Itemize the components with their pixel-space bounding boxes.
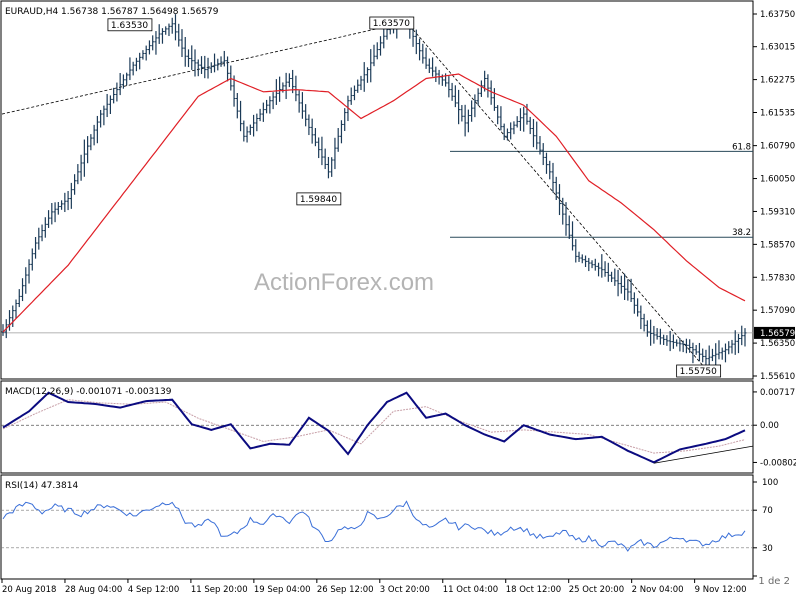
rsi-y-tick-label: 30	[762, 544, 773, 554]
price-y-tick-label: 1.61535	[760, 109, 795, 119]
x-tick-label: 28 Aug 04:00	[65, 585, 122, 594]
rsi-y-tick-label: 100	[762, 478, 778, 488]
chart-canvas: ActionForex.com 61.8 38.2 1.63530 1.63570 1…	[0, 0, 796, 594]
price-y-tick-label: 1.63015	[760, 43, 795, 53]
price-y-tick-label: 1.60790	[760, 142, 795, 152]
page-indicator[interactable]: 1 de 2	[758, 576, 790, 587]
price-chart-title: EURAUD,H4 1.56738 1.56787 1.56498 1.5657…	[5, 7, 219, 17]
price-y-tick-label: 1.60050	[760, 175, 795, 185]
macd-title: MACD(12,26,9) -0.001071 -0.003139	[5, 387, 172, 397]
x-tick-label: 11 Oct 04:00	[443, 585, 498, 594]
x-tick-label: 3 Oct 20:00	[380, 585, 430, 594]
swing-label-text: 1.63570	[373, 19, 410, 29]
macd-y-tick-label: -0.00802	[760, 458, 796, 468]
fib-level-label: 61.8	[732, 142, 751, 152]
x-tick-label: 2 Nov 04:00	[632, 585, 684, 594]
x-tick-label: 19 Sep 04:00	[254, 585, 311, 594]
rsi-y-tick-label: 70	[762, 506, 773, 516]
fib-level-label: 38.2	[732, 228, 751, 238]
x-tick-label: 9 Nov 12:00	[695, 585, 747, 594]
x-tick-label: 25 Oct 20:00	[569, 585, 624, 594]
swing-label-text: 1.55750	[680, 367, 717, 377]
swing-label-text: 1.59840	[300, 195, 337, 205]
price-y-tick-label: 1.57830	[760, 273, 795, 283]
price-y-tick-label: 1.62275	[760, 76, 795, 86]
x-tick-label: 20 Aug 2018	[2, 585, 56, 594]
current-price-label: 1.56579	[760, 329, 795, 339]
price-y-tick-label: 1.59310	[760, 207, 795, 217]
swing-label-text: 1.63530	[111, 21, 148, 31]
chart-background	[0, 0, 796, 594]
price-y-tick-label: 1.56350	[760, 339, 795, 349]
x-tick-label: 4 Sep 12:00	[128, 585, 179, 594]
price-y-tick-label: 1.55610	[760, 372, 795, 382]
x-tick-label: 18 Oct 12:00	[506, 585, 561, 594]
watermark-text: ActionForex.com	[254, 269, 434, 296]
macd-y-tick-label: 0.00	[760, 421, 779, 431]
rsi-title: RSI(14) 47.3814	[5, 481, 78, 491]
x-tick-label: 11 Sep 20:00	[191, 585, 248, 594]
macd-y-tick-label: 0.00717	[760, 388, 795, 398]
price-y-tick-label: 1.58570	[760, 240, 795, 250]
x-tick-label: 26 Sep 12:00	[317, 585, 374, 594]
price-y-tick-label: 1.63750	[760, 10, 795, 20]
price-y-tick-label: 1.57090	[760, 306, 795, 316]
